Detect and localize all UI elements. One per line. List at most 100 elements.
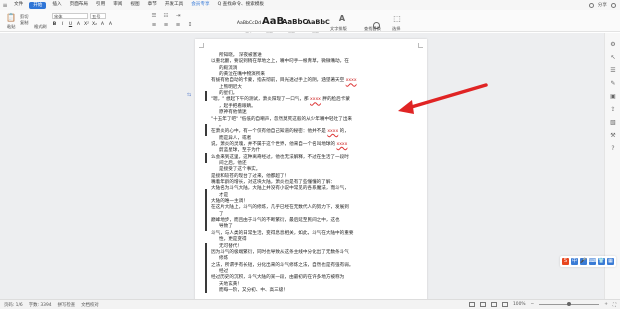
document-line[interactable]: 在这片大陆上，斗气的修炼，几乎已经在无数代人的努力下，发展到 <box>211 205 349 210</box>
tab-0[interactable]: 文件 <box>10 0 27 10</box>
document-line[interactable]: 么会来到这里，这种离奇经过，他也无法解释，不过在生活了一段时 <box>211 155 349 160</box>
document-line[interactable]: 有拔有他自动的卡蒙，指去彻前，目光透过手上的阴，涵望著天空 xxxx <box>211 78 357 83</box>
font-name-select[interactable]: 宋体 <box>52 13 88 19</box>
document-line[interactable]: "嗯，" 想起下午的测试，萧炎阳现了一口气，那 xxxx 胖的脸后卡蒙 <box>211 97 350 102</box>
tab-2[interactable]: 插入 <box>48 0 65 10</box>
document-line[interactable]: 才是 <box>219 193 228 198</box>
bullets-icon[interactable]: ☰ <box>150 13 158 19</box>
font-color-button[interactable]: A <box>76 22 81 27</box>
text-tools-button[interactable]: 文字排版 <box>330 26 347 31</box>
share-icon[interactable]: ⇪ <box>609 106 617 114</box>
document-line[interactable]: 之法，所谓手有长短，分化出来的斗气修炼之法，自然也是有强有弱。 <box>211 263 353 268</box>
layout-icon[interactable]: ▣ <box>609 93 617 101</box>
zoom-in-icon[interactable]: + <box>604 302 608 307</box>
spelling-error-mark[interactable]: xxxx <box>310 97 321 102</box>
font-size-select[interactable]: 五号 <box>90 13 106 19</box>
document-line[interactable]: 而每一阶，又分初、中、高三级！ <box>219 288 288 293</box>
line-spacing-icon[interactable]: ↕ <box>186 22 194 28</box>
tab-7[interactable]: 章节 <box>144 0 161 10</box>
sync-icon[interactable] <box>588 2 594 8</box>
document-line[interactable]: 因为斗气的极端繁衍，同时也导致从这条主线中分化出了无数条斗气 <box>211 250 349 255</box>
document-line[interactable]: 所知晓。 深夜被塞进 <box>219 53 262 58</box>
numbering-icon[interactable]: ☷ <box>162 13 170 19</box>
reading-view-icon[interactable] <box>501 302 508 307</box>
document-line[interactable]: 是接受了这个事实。 <box>219 167 260 172</box>
fullscreen-icon[interactable]: ⛶ <box>613 302 616 308</box>
tab-10[interactable]: Q 查找命令、搜索模板 <box>214 0 268 10</box>
mic-icon[interactable]: 🎤 <box>580 258 587 265</box>
char-shade-button[interactable]: A <box>108 22 113 27</box>
document-canvas[interactable]: 所知晓。 深夜被塞进 以重北翻，要说到稍在草地之上，嘴中叼手一根青草，微微嘴动，在… <box>0 33 604 301</box>
bold-button[interactable]: B <box>52 22 57 27</box>
word-count[interactable]: 字数: 3394 <box>29 302 52 308</box>
grid-icon[interactable]: ▦ <box>607 258 614 265</box>
cn-icon[interactable]: 中 <box>571 258 578 265</box>
document-line[interactable]: "十五年了吧" "低低的自嘲声，忽然莫死这般的从少年嘴中轻吐了出来 <box>211 117 352 122</box>
spelling-error-mark[interactable]: xxxx <box>346 78 357 83</box>
tab-8[interactable]: 开发工具 <box>161 0 187 10</box>
share-button[interactable]: 分享 <box>598 2 607 8</box>
document-line[interactable]: 而是异人，或者 <box>219 136 251 141</box>
hamburger-menu-icon[interactable]: ≡ <box>0 0 10 10</box>
document-line[interactable]: 了 <box>219 212 224 217</box>
document-line[interactable]: 嘴着年龄的增长，对这块大陆，萧炎也是有了些懂懂的了解： <box>211 180 335 185</box>
tab-1[interactable]: 开始 <box>29 1 47 9</box>
document-line[interactable]: 原神有他情迷 <box>219 110 247 115</box>
select-icon[interactable]: ⬚ <box>392 13 402 23</box>
tools-icon[interactable]: ⚒ <box>609 132 617 140</box>
image-icon[interactable]: ▧ <box>609 119 617 127</box>
keyboard-icon[interactable]: ⌨ <box>589 258 596 265</box>
document-line[interactable]: 的星们。 <box>219 91 237 96</box>
document-line[interactable]: 。 <box>219 123 224 128</box>
style-heading3-preview[interactable]: AaBbC <box>306 18 330 26</box>
tab-6[interactable]: 视图 <box>126 0 143 10</box>
subscript-button[interactable]: X₂ <box>92 22 97 27</box>
superscript-button[interactable]: X² <box>84 22 89 27</box>
spelling-error-mark[interactable]: xxxx <box>337 142 348 147</box>
document-line[interactable]: 巅峰地步，而且由于斗气的不断繁衍，最后延至民间之中，这也 <box>211 218 340 223</box>
style-heading2-preview[interactable]: AaBbC <box>282 18 308 26</box>
document-line[interactable]: 是接和较苍的现台了过来，他都超了！ <box>211 174 289 179</box>
tab-4[interactable]: 引用 <box>92 0 109 10</box>
outline-view-icon[interactable] <box>479 302 486 307</box>
document-line[interactable]: 上熊明迟大 <box>219 85 242 90</box>
edit-icon[interactable]: ✎ <box>609 80 617 88</box>
paste-icon[interactable]: 📋 <box>6 12 16 23</box>
page-indicator[interactable]: 页码: 1/6 <box>4 302 23 308</box>
sliders-icon[interactable]: ☰ <box>609 67 617 75</box>
shirt-icon[interactable]: 👕 <box>598 258 605 265</box>
web-view-icon[interactable] <box>490 302 497 307</box>
document-line[interactable]: 天地玄黄！ <box>219 282 242 287</box>
spell-check-toggle[interactable]: 拼写检查 <box>58 302 76 308</box>
s-logo-icon[interactable]: S <box>562 258 569 265</box>
style-normal-preview[interactable]: AaBbCcDd <box>236 21 262 26</box>
format-painter-button[interactable]: 格式刷 <box>34 24 47 29</box>
document-line[interactable]: 间之后，他还 <box>219 161 247 166</box>
document-page[interactable]: 所知晓。 深夜被塞进 以重北翻，要说到稍在草地之上，嘴中叼手一根青草，微微嘴动，在… <box>195 39 427 301</box>
align-right-icon[interactable]: ≡ <box>174 22 182 28</box>
document-line[interactable]: 的殿流淌 <box>219 66 237 71</box>
help-icon[interactable]: ? <box>609 145 617 153</box>
cursor-icon[interactable]: ↖ <box>609 54 617 62</box>
find-replace-button[interactable]: 查找替换 <box>364 26 381 31</box>
more-icon[interactable] <box>611 2 616 8</box>
document-line[interactable]: 修炼 <box>219 256 228 261</box>
document-line[interactable]: 经过 <box>219 269 228 274</box>
doc-check-button[interactable]: 文档校对 <box>81 302 99 308</box>
align-left-icon[interactable]: ≡ <box>150 22 158 28</box>
document-line[interactable]: ，起手把看眼睛。 <box>219 104 256 109</box>
page-view-icon[interactable] <box>468 302 475 307</box>
document-line[interactable]: 在萧炎的心中，有一个仅有他自己知道的秘密：他并不是 xxxx 的， <box>211 129 349 134</box>
document-line[interactable]: 说，萧炎的灵魂，并不属于这个世界，他来自一个名叫地球的 xxxx <box>211 142 347 147</box>
tab-9[interactable]: 会员专享 <box>187 0 213 10</box>
italic-button[interactable]: I <box>60 22 65 27</box>
zoom-out-icon[interactable]: − <box>531 302 535 307</box>
select-button[interactable]: 选择 <box>392 26 400 31</box>
paste-button[interactable]: 粘贴 <box>7 24 15 29</box>
zoom-level[interactable]: 100% <box>513 302 526 307</box>
align-center-icon[interactable]: ≡ <box>162 22 170 28</box>
document-line[interactable]: 以重北翻，要说到稍在草地之上，嘴中叼手一根青草，微微嘴动，在 <box>211 59 349 64</box>
highlight-button[interactable]: A <box>100 22 105 27</box>
settings-icon[interactable]: ⚙ <box>609 41 617 49</box>
document-line[interactable]: 蔚蓝星球，至于为什 <box>219 148 260 153</box>
